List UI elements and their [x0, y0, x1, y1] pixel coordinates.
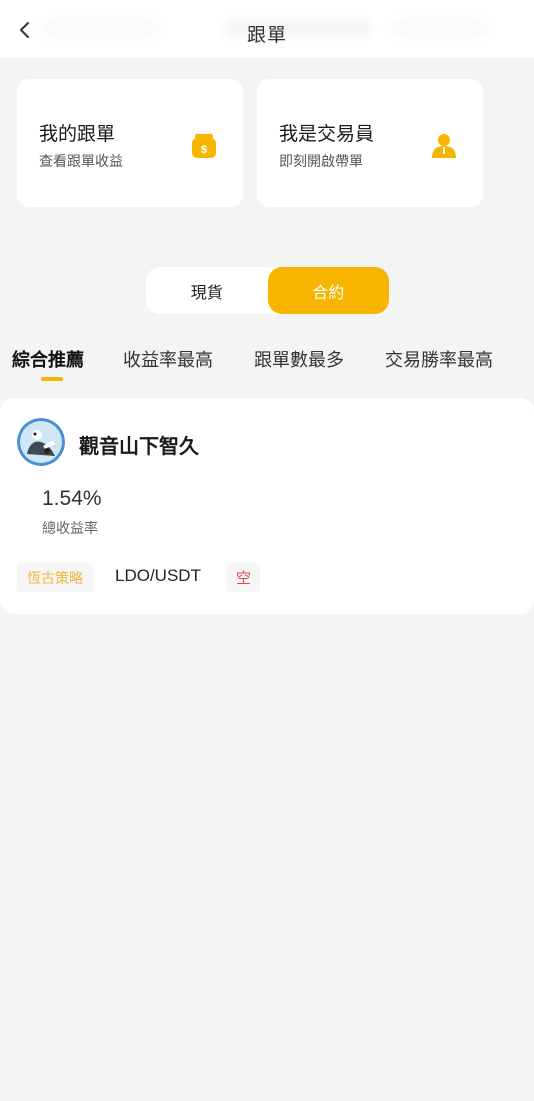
direction-badge: 空	[227, 563, 260, 592]
copy-trading-page: 跟單 我的跟單 查看跟單收益 $ 我是交易員 即刻開啟帶單 現貨 合約 綜合推薦…	[0, 0, 534, 1101]
segment-spot[interactable]: 現貨	[146, 267, 268, 314]
my-copy-trades-subtitle: 查看跟單收益	[39, 153, 123, 169]
segment-futures[interactable]: 合約	[267, 267, 389, 314]
tab-most-followers[interactable]: 跟單數最多	[254, 346, 344, 372]
avatar	[17, 418, 65, 466]
svg-text:$: $	[201, 144, 207, 156]
money-bag-icon: $	[192, 134, 216, 158]
become-trader-subtitle: 即刻開啟帶單	[279, 153, 363, 169]
strategy-tag: 恆古策略	[17, 563, 93, 592]
trader-name: 觀音山下智久	[79, 436, 199, 458]
page-title: 跟單	[246, 25, 287, 46]
my-copy-trades-title: 我的跟單	[39, 124, 116, 145]
tab-recommended[interactable]: 綜合推薦	[12, 346, 84, 372]
total-yield-value: 1.54%	[42, 487, 102, 510]
total-yield-label: 總收益率	[42, 520, 98, 536]
my-copy-trades-card[interactable]: 我的跟單 查看跟單收益 $	[17, 79, 243, 207]
sort-tabs: 綜合推薦 收益率最高 跟單數最多 交易勝率最高	[0, 346, 534, 382]
become-trader-title: 我是交易員	[279, 124, 375, 145]
person-icon	[432, 134, 456, 158]
become-trader-card[interactable]: 我是交易員 即刻開啟帶單	[257, 79, 483, 207]
tab-highest-win-rate[interactable]: 交易勝率最高	[385, 346, 493, 372]
active-tab-indicator	[41, 377, 63, 381]
trader-card[interactable]: 觀音山下智久 1.54% 總收益率 恆古策略 LDO/USDT 空	[0, 398, 534, 614]
tab-highest-yield[interactable]: 收益率最高	[123, 346, 213, 372]
avatar-icon	[17, 418, 65, 466]
trading-pair: LDO/USDT	[115, 566, 201, 585]
header-bar: 跟單	[0, 0, 534, 58]
market-type-switch: 現貨 合約	[146, 267, 389, 314]
